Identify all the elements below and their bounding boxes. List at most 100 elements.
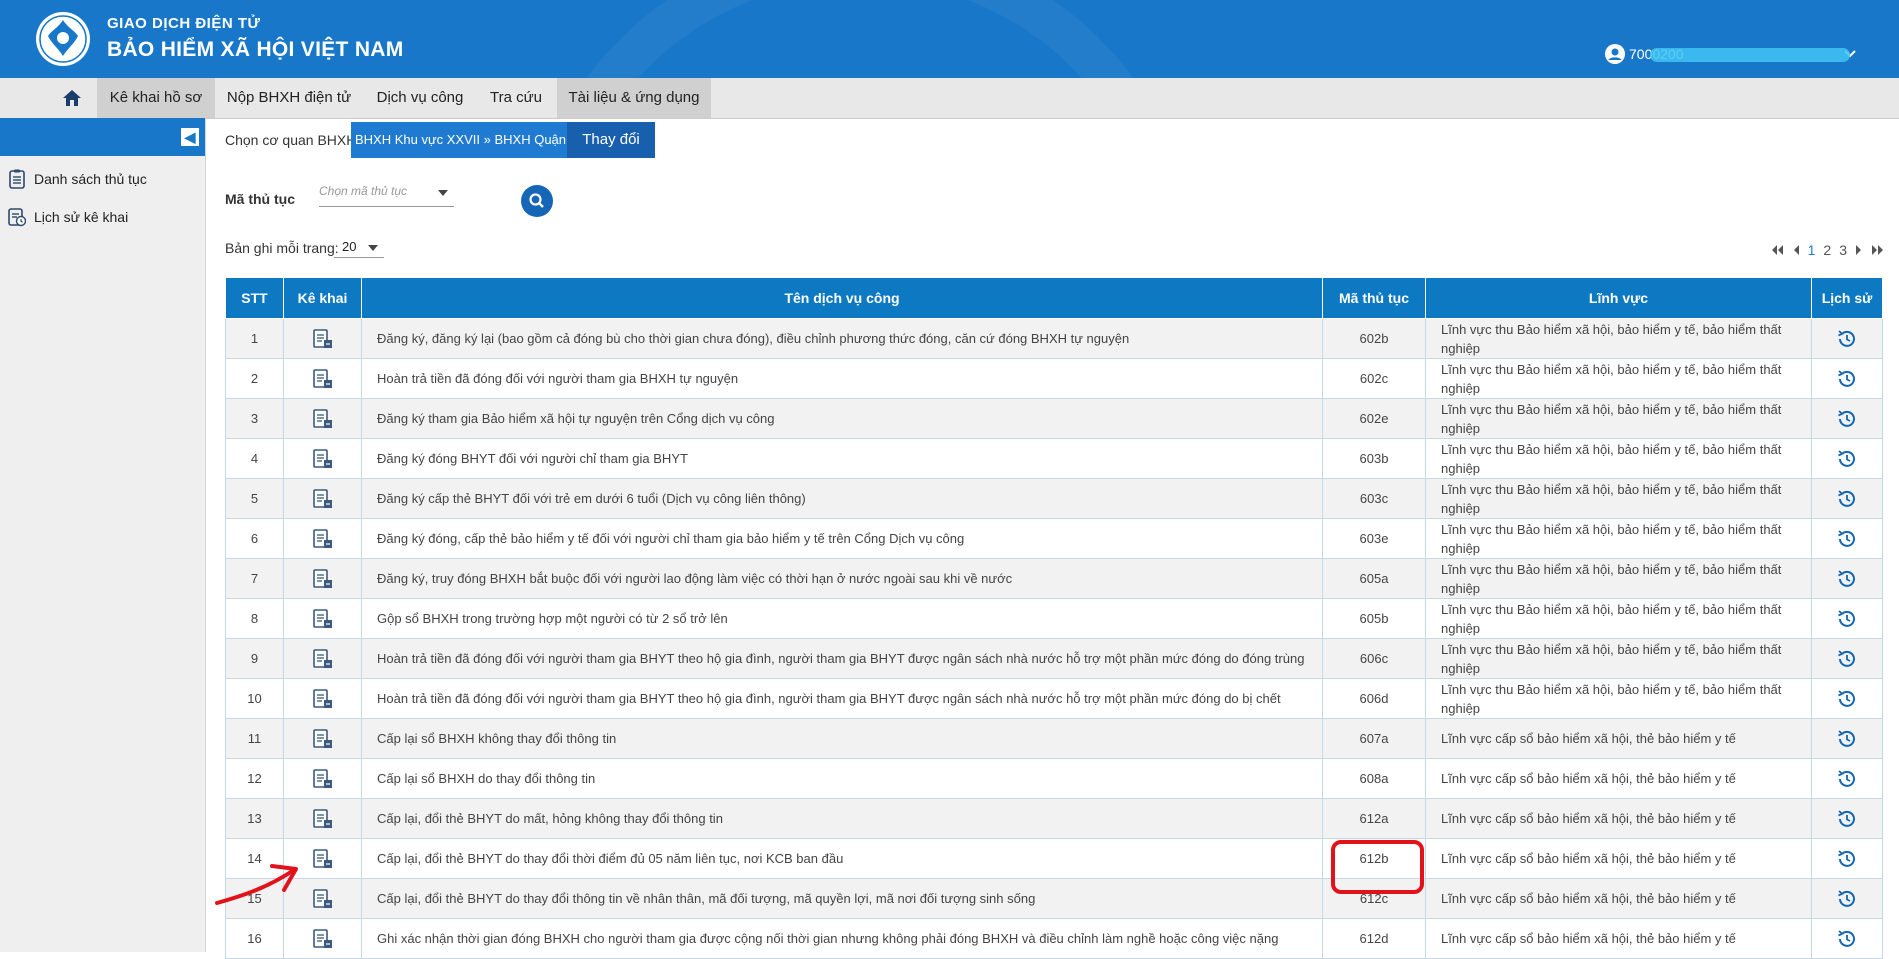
table-header-row: STT Kê khai Tên dịch vụ công Mã thủ tục … — [225, 277, 1883, 319]
cell-service-name[interactable]: Ghi xác nhận thời gian đóng BHXH cho ngư… — [361, 918, 1323, 959]
nav-nop-bhxh-dien-tu[interactable]: Nộp BHXH điện tử — [218, 78, 360, 118]
page-link-1[interactable]: 1 — [1808, 242, 1816, 258]
home-button[interactable] — [50, 78, 94, 118]
next-page-icon[interactable] — [1855, 244, 1863, 256]
cell-service-name[interactable]: Đăng ký, truy đóng BHXH bắt buộc đối với… — [361, 558, 1323, 599]
cell-service-name[interactable]: Cấp lại, đổi thẻ BHYT do mất, hỏng không… — [361, 798, 1323, 839]
highlight-box-annotation — [1331, 840, 1424, 894]
history-clock-icon — [1838, 729, 1855, 747]
declare-button[interactable] — [283, 438, 362, 479]
cell-proc-code: 602c — [1322, 358, 1426, 399]
history-button[interactable] — [1811, 638, 1883, 679]
cell-service-name[interactable]: Hoàn trả tiền đã đóng đối với người tham… — [361, 678, 1323, 719]
cell-service-name[interactable]: Cấp lại, đổi thẻ BHYT do thay đổi thời đ… — [361, 838, 1323, 879]
history-button[interactable] — [1811, 318, 1883, 359]
declare-form-icon — [312, 408, 332, 428]
declare-button[interactable] — [283, 478, 362, 519]
cell-service-name[interactable]: Gộp sổ BHXH trong trường hợp một người c… — [361, 598, 1323, 639]
cell-service-name[interactable]: Cấp lại, đổi thẻ BHYT do thay đổi thông … — [361, 878, 1323, 919]
history-button[interactable] — [1811, 878, 1883, 919]
per-page-label: Bản ghi mỗi trang: — [225, 240, 339, 256]
declare-button[interactable] — [283, 358, 362, 399]
declare-button[interactable] — [283, 718, 362, 759]
history-button[interactable] — [1811, 758, 1883, 799]
declare-button[interactable] — [283, 598, 362, 639]
bhxh-logo[interactable] — [34, 10, 92, 68]
history-button[interactable] — [1811, 398, 1883, 439]
last-page-icon[interactable] — [1871, 244, 1885, 256]
sidebar-header: ◀ — [0, 118, 205, 156]
history-button[interactable] — [1811, 838, 1883, 879]
nav-tai-lieu-ung-dung[interactable]: Tài liệu & ứng dụng — [557, 78, 711, 118]
declare-button[interactable] — [283, 318, 362, 359]
col-header-linh-vuc: Lĩnh vực — [1425, 277, 1812, 319]
declare-button[interactable] — [283, 518, 362, 559]
cell-field: Lĩnh vực thu Bảo hiểm xã hội, bảo hiểm y… — [1425, 558, 1812, 599]
history-button[interactable] — [1811, 598, 1883, 639]
cell-service-name[interactable]: Đăng ký đóng, cấp thẻ bảo hiểm y tế đối … — [361, 518, 1323, 559]
history-button[interactable] — [1811, 718, 1883, 759]
declare-button[interactable] — [283, 798, 362, 839]
cell-stt: 2 — [225, 358, 284, 399]
nav-dich-vu-cong[interactable]: Dịch vụ công — [364, 78, 476, 118]
proc-code-select[interactable]: Chọn mã thủ tục — [319, 184, 454, 207]
cell-field: Lĩnh vực thu Bảo hiểm xã hội, bảo hiểm y… — [1425, 358, 1812, 399]
sidebar-item-danh-sach-thu-tuc[interactable]: Danh sách thủ tục — [8, 168, 147, 190]
history-clock-icon — [1838, 369, 1855, 387]
agency-label: Chọn cơ quan BHXH: — [225, 132, 361, 148]
agency-value: BHXH Khu vực XXVII » BHXH Quận 3 — [351, 122, 581, 158]
cell-proc-code: 606d — [1322, 678, 1426, 719]
per-page-value: 20 — [342, 239, 357, 254]
nav-ke-khai-ho-so[interactable]: Kê khai hồ sơ — [97, 78, 215, 118]
page-link-2[interactable]: 2 — [1823, 242, 1831, 258]
declare-button[interactable] — [283, 558, 362, 599]
history-button[interactable] — [1811, 478, 1883, 519]
cell-service-name[interactable]: Cấp lại sổ BHXH do thay đổi thông tin — [361, 758, 1323, 799]
declare-form-icon — [312, 768, 332, 788]
nav-tra-cuu[interactable]: Tra cứu — [480, 78, 552, 118]
history-button[interactable] — [1811, 798, 1883, 839]
cell-proc-code: 612a — [1322, 798, 1426, 839]
brand-line2: BẢO HIỂM XÃ HỘI VIỆT NAM — [107, 38, 404, 61]
history-button[interactable] — [1811, 438, 1883, 479]
per-page-select[interactable]: 20 — [334, 236, 384, 258]
cell-service-name[interactable]: Hoàn trả tiền đã đóng đối với người tham… — [361, 638, 1323, 679]
cell-service-name[interactable]: Đăng ký cấp thẻ BHYT đối với trẻ em dưới… — [361, 478, 1323, 519]
brand-line1: GIAO DỊCH ĐIỆN TỬ — [107, 15, 261, 32]
cell-service-name[interactable]: Hoàn trả tiền đã đóng đối với người tham… — [361, 358, 1323, 399]
history-button[interactable] — [1811, 558, 1883, 599]
cell-stt: 5 — [225, 478, 284, 519]
cell-proc-code: 606c — [1322, 638, 1426, 679]
col-header-ten-dich-vu: Tên dịch vụ công — [361, 277, 1323, 319]
declare-button[interactable] — [283, 758, 362, 799]
collapse-sidebar-icon[interactable]: ◀ — [181, 128, 199, 146]
history-button[interactable] — [1811, 358, 1883, 399]
prev-page-icon[interactable] — [1792, 244, 1800, 256]
declare-button[interactable] — [283, 918, 362, 959]
table-row: 1 Đăng ký, đăng ký lại (bao gồm cả đóng b… — [225, 318, 1883, 359]
history-button[interactable] — [1811, 918, 1883, 959]
cell-stt: 1 — [225, 318, 284, 359]
cell-service-name[interactable]: Cấp lại sổ BHXH không thay đổi thông tin — [361, 718, 1323, 759]
cell-service-name[interactable]: Đăng ký đóng BHYT đối với người chỉ tham… — [361, 438, 1323, 479]
sidebar-item-lich-su-ke-khai[interactable]: Lịch sử kê khai — [8, 206, 128, 228]
cell-proc-code: 602e — [1322, 398, 1426, 439]
declare-button[interactable] — [283, 638, 362, 679]
declare-button[interactable] — [283, 398, 362, 439]
change-agency-button[interactable]: Thay đổi — [567, 122, 655, 158]
page-link-3[interactable]: 3 — [1839, 242, 1847, 258]
table-row: 10 Hoàn trả tiền đã đóng đối với người th… — [225, 678, 1883, 719]
history-button[interactable] — [1811, 678, 1883, 719]
history-button[interactable] — [1811, 518, 1883, 559]
cell-service-name[interactable]: Đăng ký tham gia Bảo hiểm xã hội tự nguy… — [361, 398, 1323, 439]
history-clock-icon — [1838, 809, 1855, 827]
cell-stt: 10 — [225, 678, 284, 719]
first-page-icon[interactable] — [1770, 244, 1784, 256]
search-button[interactable] — [521, 185, 553, 217]
declare-button[interactable] — [283, 678, 362, 719]
cell-stt: 7 — [225, 558, 284, 599]
table-row: 14 Cấp lại, đổi thẻ BHYT do thay đổi thời… — [225, 838, 1883, 879]
cell-field: Lĩnh vực cấp sổ bảo hiểm xã hội, thẻ bảo… — [1425, 918, 1812, 959]
cell-service-name[interactable]: Đăng ký, đăng ký lại (bao gồm cả đóng bù… — [361, 318, 1323, 359]
declare-form-icon — [312, 568, 332, 588]
